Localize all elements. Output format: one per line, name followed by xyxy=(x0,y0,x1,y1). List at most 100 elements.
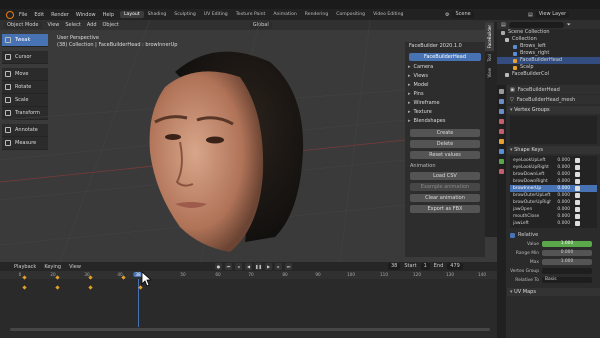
shape-key-checkbox[interactable] xyxy=(575,193,580,198)
menu-edit[interactable]: Edit xyxy=(34,12,44,18)
shape-key-checkbox[interactable] xyxy=(575,221,580,226)
delete-button[interactable]: Delete xyxy=(410,140,480,148)
shape-key-row[interactable]: eyeLookUpRight 0.000 xyxy=(510,164,597,171)
menu-window[interactable]: Window xyxy=(76,12,96,18)
menu-keying[interactable]: Keying xyxy=(44,264,61,270)
tab-layout[interactable]: Layout xyxy=(120,11,144,18)
pause-icon[interactable]: ❚❚ xyxy=(255,263,262,270)
section-blendshapes[interactable]: Blendshapes xyxy=(405,117,485,126)
filter-icon[interactable]: ⏷ xyxy=(567,22,571,28)
menu-help[interactable]: Help xyxy=(103,12,114,18)
vertex-group-field[interactable] xyxy=(542,268,592,274)
outliner-item[interactable]: Brows_left xyxy=(497,43,600,50)
shape-key-row[interactable]: browDownLeft 0.000 xyxy=(510,171,597,178)
shape-key-row[interactable]: browInnerUp 0.000 xyxy=(510,185,597,192)
frame-ruler[interactable]: 0 20 30 40 50 60 70 80 90 100 110 120 13… xyxy=(0,271,497,279)
shape-key-checkbox[interactable] xyxy=(575,214,580,219)
jump-start-icon[interactable]: ⏮ xyxy=(225,263,232,270)
render-tab-icon[interactable] xyxy=(499,99,504,104)
shape-key-row[interactable]: eyeLookUpLeft 0.000 xyxy=(510,157,597,164)
shape-key-row[interactable]: browDownRight 0.000 xyxy=(510,178,597,185)
scene-tab-icon[interactable] xyxy=(499,119,504,124)
tab-animation[interactable]: Animation xyxy=(269,11,300,18)
outliner-item[interactable]: FaceBuilderHead xyxy=(497,57,600,64)
tool-tab-icon[interactable] xyxy=(499,89,504,94)
play-icon[interactable]: ▶ xyxy=(265,263,272,270)
outliner-scene-collection[interactable]: Scene Collection xyxy=(497,29,600,36)
timeline-editor[interactable]: Playback Keying View ● ⏮ ◂ ◀ ❚❚ ▶ ▸ ⏭ 38… xyxy=(0,262,497,338)
section-wireframe[interactable]: Wireframe xyxy=(405,99,485,108)
max-field[interactable]: 1.000 xyxy=(542,259,592,265)
tab-view[interactable]: View xyxy=(485,65,494,81)
prev-key-icon[interactable]: ◂ xyxy=(235,263,242,270)
keyframe[interactable] xyxy=(22,285,27,290)
tab-sculpting[interactable]: Sculpting xyxy=(170,11,199,18)
data-tab-icon[interactable] xyxy=(499,159,504,164)
shape-keys-section[interactable]: Shape Keys xyxy=(507,146,600,154)
view-layer-name[interactable]: View Layer xyxy=(535,11,570,18)
shape-key-row[interactable]: mouthClose 0.000 xyxy=(510,213,597,220)
shape-key-checkbox[interactable] xyxy=(575,158,580,163)
world-tab-icon[interactable] xyxy=(499,129,504,134)
shape-key-row[interactable]: browOuterUpLeft 0.000 xyxy=(510,192,597,199)
tab-texture-paint[interactable]: Texture Paint xyxy=(232,11,270,18)
tab-facebuilder[interactable]: FaceBuilder xyxy=(485,22,494,52)
shape-key-checkbox[interactable] xyxy=(575,172,580,177)
start-frame-field[interactable]: 1 xyxy=(420,263,430,270)
section-camera[interactable]: Camera xyxy=(405,63,485,72)
vertex-groups-section[interactable]: Vertex Groups xyxy=(507,106,600,114)
shape-key-row[interactable]: jawOpen 0.000 xyxy=(510,206,597,213)
outliner-item[interactable]: Scalp xyxy=(497,64,600,71)
range-min-field[interactable]: 0.000 xyxy=(542,250,592,256)
view-layer-selector[interactable]: ▤ View Layer xyxy=(528,11,570,18)
reset-values-button[interactable]: Reset values xyxy=(410,151,480,159)
outliner-display-icon[interactable]: ▤ xyxy=(501,22,506,28)
material-tab-icon[interactable] xyxy=(499,169,504,174)
menu-render[interactable]: Render xyxy=(51,12,69,18)
clear-animation-button[interactable]: Clear animation xyxy=(410,194,480,202)
play-reverse-icon[interactable]: ◀ xyxy=(245,263,252,270)
facebuilder-head-button[interactable]: FaceBuilderHead xyxy=(409,53,481,61)
shape-key-checkbox[interactable] xyxy=(575,179,580,184)
keyframe[interactable] xyxy=(88,285,93,290)
uv-maps-section[interactable]: UV Maps xyxy=(507,288,600,296)
value-slider[interactable]: 1.000 xyxy=(542,241,592,247)
object-tab-icon[interactable] xyxy=(499,139,504,144)
modifier-tab-icon[interactable] xyxy=(499,149,504,154)
shape-key-row[interactable]: jawLeft 0.000 xyxy=(510,220,597,227)
3d-viewport[interactable]: Object Mode View Select Add Object Globa… xyxy=(0,20,497,262)
outliner-item[interactable]: Collection xyxy=(497,36,600,43)
keyframe[interactable] xyxy=(55,285,60,290)
outliner-search-input[interactable] xyxy=(508,21,564,28)
shape-key-checkbox[interactable] xyxy=(575,200,580,205)
vertex-groups-list[interactable] xyxy=(510,116,597,144)
tab-uv-editing[interactable]: UV Editing xyxy=(200,11,232,18)
next-key-icon[interactable]: ▸ xyxy=(275,263,282,270)
tab-compositing[interactable]: Compositing xyxy=(332,11,369,18)
relative-to-field[interactable]: Basis xyxy=(542,277,592,283)
menu-timeline-view[interactable]: View xyxy=(69,264,81,270)
timeline-scrollbar[interactable] xyxy=(10,328,490,331)
section-views[interactable]: Views xyxy=(405,72,485,81)
shape-key-checkbox[interactable] xyxy=(575,186,580,191)
tab-rendering[interactable]: Rendering xyxy=(301,11,332,18)
tab-video-editing[interactable]: Video Editing xyxy=(369,11,407,18)
scene-selector[interactable]: ⚙ Scene xyxy=(445,11,474,18)
section-pins[interactable]: Pins xyxy=(405,90,485,99)
menu-file[interactable]: File xyxy=(19,12,27,18)
mesh-datablock[interactable]: ▽ FaceBuilderHead_mesh xyxy=(507,95,600,104)
create-button[interactable]: Create xyxy=(410,129,480,137)
tab-shading[interactable]: Shading xyxy=(144,11,171,18)
shape-key-checkbox[interactable] xyxy=(575,207,580,212)
section-texture[interactable]: Texture xyxy=(405,108,485,117)
relative-toggle[interactable]: Relative xyxy=(507,231,600,239)
example-animation-button[interactable]: Example animation xyxy=(410,183,480,191)
shape-key-checkbox[interactable] xyxy=(575,165,580,170)
head-model[interactable] xyxy=(135,42,305,257)
tab-tool[interactable]: Tool xyxy=(485,51,494,65)
export-fbx-button[interactable]: Export as FBX xyxy=(410,205,480,213)
jump-end-icon[interactable]: ⏭ xyxy=(285,263,292,270)
scene-name[interactable]: Scene xyxy=(452,11,474,18)
outliner-item[interactable]: FaceBuilderCol xyxy=(497,71,600,78)
shape-key-row[interactable]: browOuterUpRight 0.000 xyxy=(510,199,597,206)
